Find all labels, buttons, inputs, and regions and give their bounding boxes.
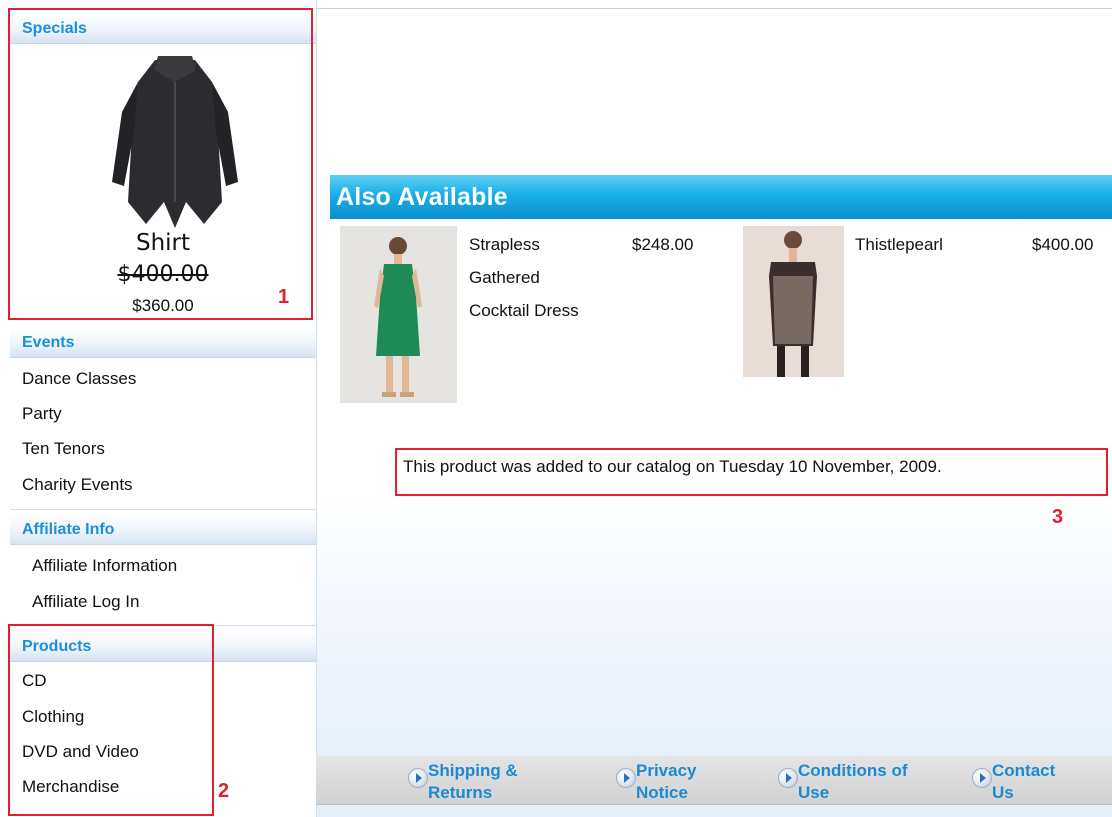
- events-link-charity-events[interactable]: Charity Events: [22, 474, 133, 496]
- footer-link-conditions-of-use[interactable]: Conditions of Use: [778, 756, 938, 804]
- affiliate-information-link[interactable]: Affiliate Information: [32, 555, 177, 577]
- main-content: [316, 0, 1112, 817]
- annotation-box-products: [8, 624, 214, 816]
- footer-link-label: Privacy Notice: [636, 761, 697, 802]
- affiliate-login-link[interactable]: Affiliate Log In: [32, 591, 139, 613]
- top-border: [316, 8, 1112, 9]
- product-price: $248.00: [632, 235, 694, 254]
- green-dress-image[interactable]: [340, 226, 457, 403]
- footer-link-contact-us[interactable]: Contact Us: [972, 756, 1082, 804]
- affiliate-header: Affiliate Info: [10, 515, 316, 545]
- annotation-number: 2: [218, 780, 230, 802]
- product-name-thistlepearl[interactable]: Thistlepearl: [855, 228, 943, 261]
- arrow-right-icon: [778, 768, 798, 788]
- arrow-right-icon: [972, 768, 992, 788]
- annotation-box-specials: [8, 8, 313, 320]
- events-link-party[interactable]: Party: [22, 403, 62, 425]
- annotation-box-catalog-note: [395, 448, 1108, 496]
- product-price: $400.00: [1032, 235, 1094, 254]
- events-link-ten-tenors[interactable]: Ten Tenors: [22, 438, 105, 460]
- footer-link-label: Conditions of Use: [798, 761, 908, 802]
- annotation-number: 1: [278, 286, 290, 308]
- events-header: Events: [10, 328, 316, 358]
- footer-link-shipping-returns[interactable]: Shipping & Returns: [408, 756, 558, 804]
- black-dress-image[interactable]: [743, 226, 844, 377]
- annotation-number: 3: [1052, 506, 1064, 528]
- footer-link-label: Shipping & Returns: [428, 761, 518, 802]
- also-available-header: Also Available: [330, 175, 1112, 219]
- arrow-right-icon: [616, 768, 636, 788]
- footer-link-label: Contact Us: [992, 761, 1056, 802]
- arrow-right-icon: [408, 768, 428, 788]
- footer-bar: Shipping & Returns Privacy Notice Condit…: [316, 756, 1112, 805]
- footer-link-privacy-notice[interactable]: Privacy Notice: [616, 756, 746, 804]
- divider: [10, 509, 316, 510]
- events-link-dance-classes[interactable]: Dance Classes: [22, 368, 136, 390]
- product-name-strapless-dress[interactable]: Strapless Gathered Cocktail Dress: [469, 228, 579, 327]
